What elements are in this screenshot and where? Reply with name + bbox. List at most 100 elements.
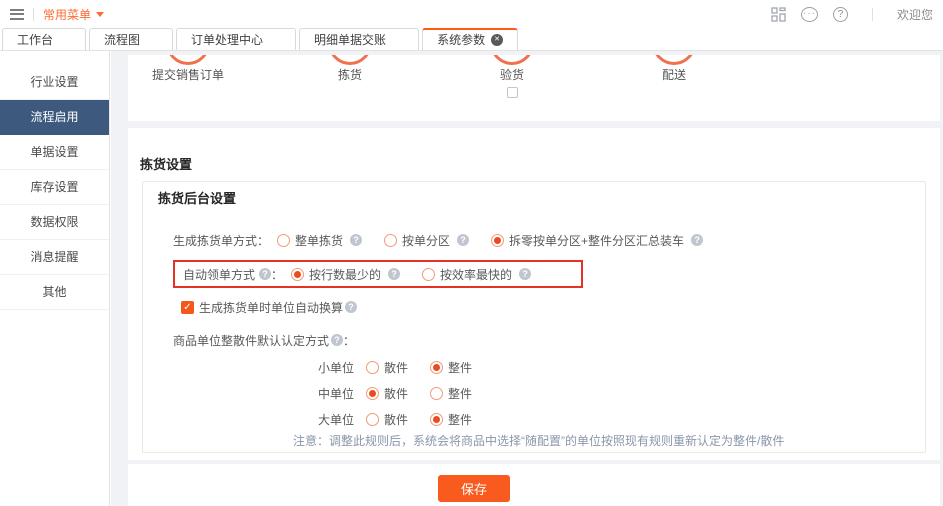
apps-grid-icon[interactable]	[771, 6, 786, 22]
radio-icon[interactable]	[384, 233, 398, 247]
top-bar: 常用菜单 欢迎您	[0, 0, 943, 28]
radio-icon[interactable]	[366, 386, 379, 400]
common-menu-dropdown[interactable]: 常用菜单	[43, 6, 105, 23]
tab[interactable]: 工作台	[2, 28, 87, 50]
tab[interactable]: 订单处理中心	[176, 28, 297, 50]
help-icon[interactable]	[345, 301, 358, 313]
help-icon[interactable]	[457, 234, 470, 246]
workflow-step-label: 拣货	[337, 68, 362, 82]
radio-icon[interactable]	[291, 267, 305, 281]
radio-option[interactable]: 按效率最快的	[422, 266, 532, 283]
radio-icon[interactable]	[430, 360, 444, 374]
help-icon[interactable]	[388, 268, 401, 280]
radio-option[interactable]: 按单分区	[384, 232, 470, 249]
sidebar-item-label: 行业设置	[30, 75, 79, 89]
workflow-step-checkbox[interactable]	[506, 87, 518, 98]
radio-option[interactable]: 拆零按单分区+整件分区汇总装车	[491, 232, 704, 249]
workflow-step-label: 验货	[499, 68, 524, 82]
radio-option-label: 整件	[448, 360, 473, 375]
tab-close-icon[interactable]	[491, 34, 504, 46]
radio-option[interactable]: 整件	[430, 385, 472, 402]
tab[interactable]: 系统参数	[422, 28, 519, 50]
sidebar-item[interactable]: 其他	[0, 275, 109, 310]
radio-option-label: 散件	[384, 386, 409, 401]
workflow-step-circle-icon[interactable]	[652, 55, 696, 65]
workflow-strip: 提交销售订单 拣货 验货 配送	[128, 55, 940, 121]
auto-claim-options: 按行数最少的 按效率最快的	[291, 266, 532, 283]
radio-option[interactable]: 按行数最少的	[291, 266, 401, 283]
unit-size-row: 大单位 散件 整件	[318, 410, 925, 428]
radio-icon[interactable]	[366, 360, 379, 374]
help-icon[interactable]	[519, 268, 532, 280]
subsection-title: 拣货后台设置	[158, 191, 237, 206]
sidebar-item[interactable]: 数据权限	[0, 205, 109, 240]
radio-option[interactable]: 整件	[430, 411, 472, 428]
radio-icon[interactable]	[430, 412, 444, 426]
hamburger-menu-icon[interactable]	[10, 8, 24, 20]
radio-option-label: 按行数最少的	[309, 267, 382, 282]
radio-icon[interactable]	[491, 233, 505, 247]
auto-claim-highlight-box: 自动领单方式 ： 按行数最少的 按效率最快的	[173, 260, 583, 288]
radio-option[interactable]: 整件	[430, 359, 472, 376]
unit-size-label: 大单位	[318, 412, 355, 427]
picking-backend-box: 拣货后台设置 生成拣货单方式： 整单拣货 按单分区	[142, 181, 926, 453]
unit-conversion-label: 生成拣货单时单位自动换算	[199, 300, 344, 315]
picking-settings-card: 拣货设置 拣货后台设置 生成拣货单方式： 整单拣货 ? 按单分区 ? 拆零按单分…	[128, 128, 940, 460]
unit-size-label: 中单位	[318, 386, 355, 401]
workflow-step-circle-icon[interactable]	[490, 55, 534, 65]
workflow-step: 验货	[432, 55, 592, 98]
tab-label: 订单处理中心	[191, 32, 264, 47]
sidebar-item-label: 消息提醒	[30, 250, 79, 264]
divider	[871, 7, 873, 21]
tab-label: 明细单据交账	[314, 32, 387, 47]
tab[interactable]: 流程图	[89, 28, 174, 50]
workflow-step-circle-icon[interactable]	[166, 55, 210, 65]
radio-icon[interactable]	[277, 233, 291, 247]
sidebar-item[interactable]: 库存设置	[0, 170, 109, 205]
save-button[interactable]: 保存	[438, 475, 510, 502]
divider	[33, 7, 34, 21]
sidebar-item[interactable]: 行业设置	[0, 65, 109, 100]
sidebar-item-label: 流程启用	[30, 110, 79, 124]
unit-size-rows: 小单位 散件 整件 中单位 散件 整件 大单位 散件 整件	[158, 358, 925, 428]
radio-option[interactable]: 整单拣货	[277, 232, 363, 249]
chevron-down-icon	[96, 11, 105, 17]
tab-bar: 工作台 流程图 订单处理中心 明细单据交账 系统参数	[0, 28, 943, 51]
radio-option[interactable]: 散件	[366, 385, 408, 402]
unit-size-label: 小单位	[318, 360, 355, 375]
settings-sidebar: 行业设置 流程启用 单据设置 库存设置 数据权限 消息提醒 其他	[0, 51, 110, 506]
radio-option-label: 散件	[384, 412, 409, 427]
radio-option-label: 整单拣货	[295, 233, 344, 248]
radio-option-label: 散件	[384, 360, 409, 375]
checkbox-icon[interactable]	[181, 300, 194, 314]
sidebar-item-label: 数据权限	[30, 215, 79, 229]
sidebar-item-label: 库存设置	[30, 180, 79, 194]
help-icon[interactable]	[350, 234, 363, 246]
help-icon[interactable]	[331, 334, 344, 346]
sidebar-item[interactable]: 流程启用	[0, 100, 109, 135]
radio-option[interactable]: 散件	[366, 411, 408, 428]
auto-claim-label: 自动领单方式	[183, 267, 256, 282]
unit-size-row: 中单位 散件 整件	[318, 384, 925, 402]
unit-default-label: 商品单位整散件默认认定方式	[173, 333, 330, 348]
radio-option[interactable]: 散件	[366, 359, 408, 376]
help-icon[interactable]	[259, 268, 272, 280]
unit-size-row: 小单位 散件 整件	[318, 358, 925, 376]
radio-icon[interactable]	[422, 267, 436, 281]
radio-icon[interactable]	[366, 412, 379, 426]
sidebar-item-label: 其他	[42, 285, 67, 299]
tab[interactable]: 明细单据交账	[299, 28, 420, 50]
help-icon[interactable]	[691, 234, 704, 246]
sidebar-item[interactable]: 单据设置	[0, 135, 109, 170]
workflow-step-circle-icon[interactable]	[328, 55, 372, 65]
section-title: 拣货设置	[140, 157, 193, 172]
message-bubble-icon[interactable]	[800, 6, 818, 22]
rule-change-note: 注意：调整此规则后，系统会将商品中选择“随配置”的单位按照现有规则重新认定为整件…	[293, 434, 785, 448]
radio-option-label: 整件	[448, 386, 473, 401]
sidebar-item[interactable]: 消息提醒	[0, 240, 109, 275]
auto-claim-colon: ：	[271, 267, 284, 282]
help-circle-icon[interactable]	[832, 6, 848, 22]
unit-conversion-row: 生成拣货单时单位自动换算	[181, 297, 925, 317]
workflow-step-label: 提交销售订单	[151, 68, 224, 82]
radio-icon[interactable]	[430, 386, 444, 400]
